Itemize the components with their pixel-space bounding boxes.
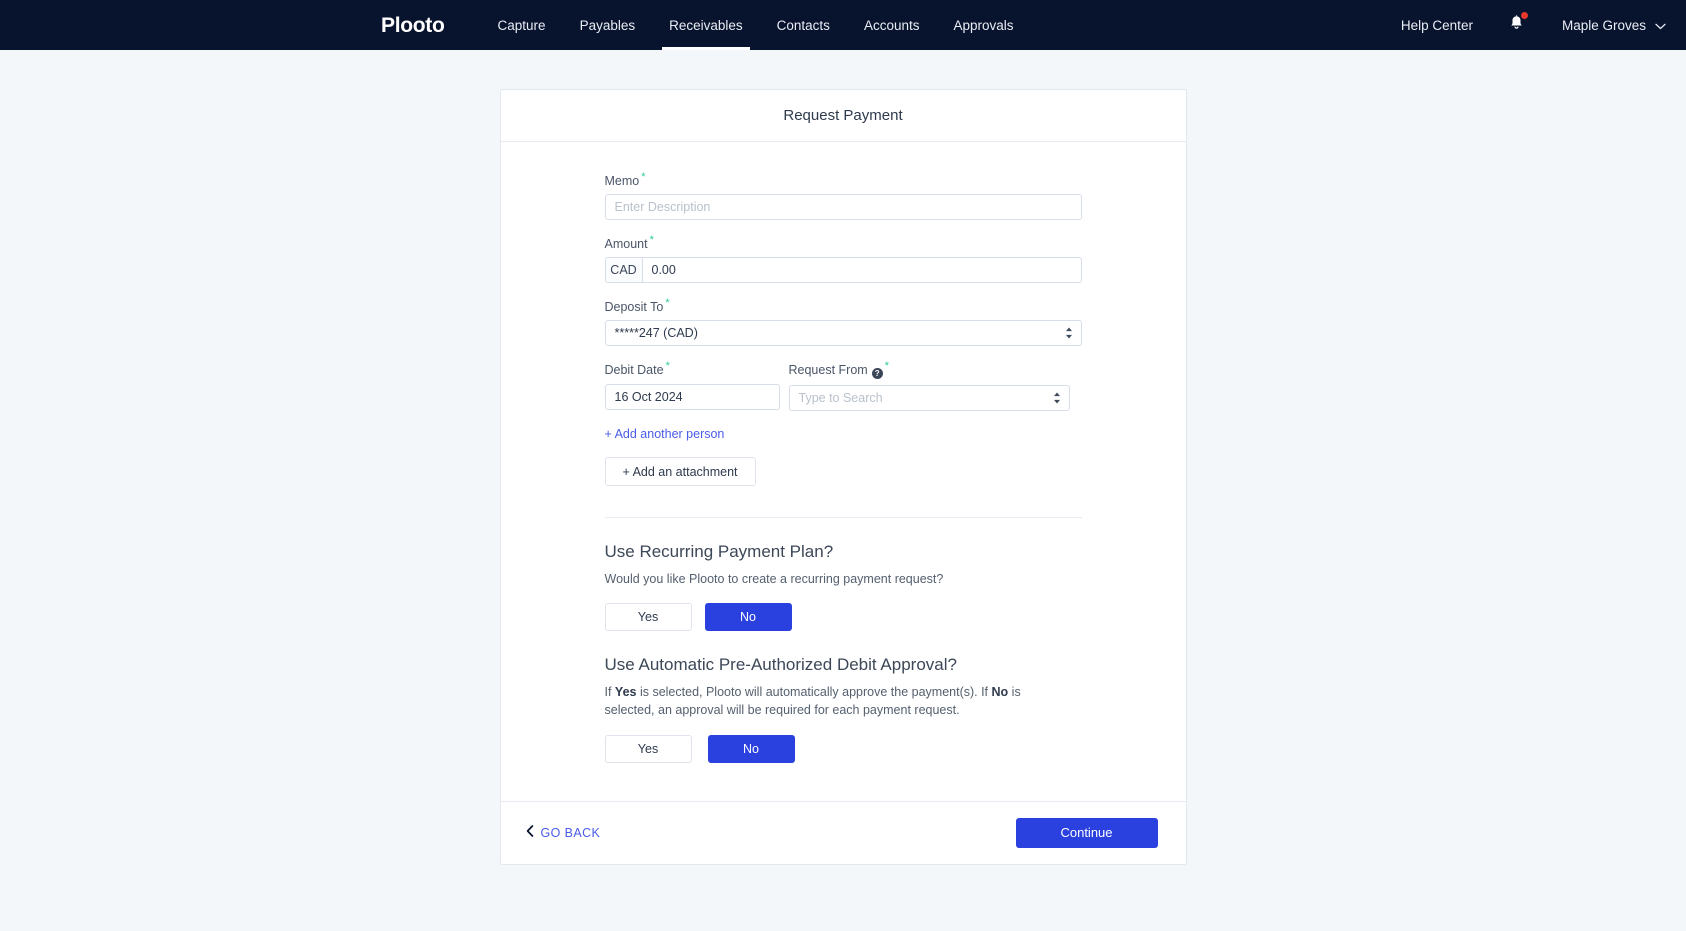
chevron-left-icon	[526, 825, 534, 840]
go-back-button[interactable]: GO BACK	[526, 825, 601, 840]
nav-item-receivables[interactable]: Receivables	[652, 0, 760, 50]
body-bottom-spacer	[605, 763, 1082, 801]
toggle-spacer	[692, 603, 705, 631]
request-from-label-text: Request From	[788, 363, 868, 378]
debit-date-label: Debit Date *	[605, 360, 780, 377]
navbar-right-group: Help Center Maple Groves	[1401, 0, 1686, 50]
recurring-section-title: Use Recurring Payment Plan?	[604, 542, 834, 562]
amount-field-group: Amount * CAD	[604, 234, 1082, 284]
memo-input[interactable]	[604, 194, 1082, 221]
request-from-placeholder: Type to Search	[798, 391, 883, 406]
plooto-logo[interactable]: Plooto	[381, 15, 445, 36]
required-asterisk: *	[649, 234, 654, 247]
deposit-to-select[interactable]: *****247 (CAD)	[604, 320, 1082, 347]
notification-dot-badge	[1520, 11, 1528, 19]
account-name-label: Maple Groves	[1561, 17, 1646, 33]
nav-item-contacts[interactable]: Contacts	[760, 0, 847, 50]
request-from-label: Request From ?*	[788, 360, 1070, 380]
amount-input-row: CAD	[604, 257, 1082, 284]
page-container: Request Payment Memo* Amount* CAD	[0, 50, 1686, 865]
notifications-button[interactable]	[1509, 11, 1528, 36]
recurring-section-description: Would you like Plooto to create a recurr…	[604, 572, 944, 587]
deposit-to-selected-value: *****247 (CAD)	[614, 326, 698, 341]
nav-item-approvals[interactable]: Approvals	[936, 0, 1030, 50]
page-title: Request Payment	[783, 107, 903, 124]
account-menu-button[interactable]: Maple Groves	[1562, 18, 1666, 33]
required-asterisk: *	[641, 171, 646, 183]
required-asterisk: *	[665, 360, 670, 373]
pad-approval-section: Use Automatic Pre-Authorized Debit Appro…	[604, 631, 1082, 763]
debit-date-input[interactable]	[604, 383, 780, 410]
deposit-to-field-group: Deposit To * *****247 (CAD)	[604, 297, 1082, 347]
go-back-label: GO BACK	[540, 825, 601, 840]
currency-prefix-label: CAD	[605, 258, 643, 283]
pad-desc-bold-yes: Yes	[614, 685, 637, 700]
request-from-field-group: Request From ?* Type to Search	[788, 360, 1070, 412]
toggle-spacer	[692, 735, 708, 763]
pad-desc-part1: If	[604, 685, 615, 700]
pad-no-button[interactable]: No	[707, 734, 795, 763]
continue-button[interactable]: Continue	[1015, 817, 1158, 848]
memo-field-group: Memo *	[604, 171, 1082, 221]
pad-desc-bold-no: No	[991, 685, 1009, 700]
debit-date-field-group: Debit Date *	[604, 360, 780, 411]
amount-label: Amount *	[605, 234, 1082, 251]
top-navbar: Plooto Capture Payables Receivables Cont…	[0, 0, 1686, 50]
pad-yes-button[interactable]: Yes	[604, 734, 692, 763]
nav-item-capture[interactable]: Capture	[481, 0, 563, 50]
recurring-toggle-group: Yes No	[604, 603, 1082, 632]
recurring-yes-button[interactable]: Yes	[604, 603, 692, 632]
date-and-requester-row: Debit Date* Request From?* Type to Searc…	[604, 360, 1082, 412]
card-header: Request Payment	[500, 90, 1186, 142]
navbar-left-group: Plooto Capture Payables Receivables Cont…	[381, 0, 1031, 50]
chevron-down-icon	[1655, 18, 1666, 33]
add-another-person-link[interactable]: + Add another person	[605, 427, 725, 441]
deposit-to-label-text: Deposit To	[604, 300, 664, 315]
help-center-link[interactable]: Help Center	[1401, 18, 1473, 33]
card-body: Memo* Amount* CAD Deposit To*	[501, 142, 1186, 801]
debit-date-label-text: Debit Date	[604, 363, 664, 378]
amount-input[interactable]	[642, 258, 1081, 283]
recurring-payment-section: Use Recurring Payment Plan? Would you li…	[604, 518, 1082, 632]
nav-item-payables[interactable]: Payables	[563, 0, 653, 50]
select-spinner-icon	[1065, 327, 1073, 340]
request-payment-card: Request Payment Memo* Amount* CAD	[499, 89, 1187, 865]
deposit-to-label: Deposit To *	[605, 297, 1082, 314]
card-footer: GO BACK Continue	[500, 800, 1186, 864]
required-asterisk: *	[884, 360, 889, 373]
memo-label-text: Memo	[604, 174, 640, 189]
nav-item-accounts[interactable]: Accounts	[847, 0, 937, 50]
add-attachment-button[interactable]: + Add an attachment	[604, 457, 756, 487]
pad-desc-part2: is selected, Plooto will automatically a…	[636, 685, 992, 700]
amount-label-text: Amount	[604, 237, 648, 252]
question-mark-icon[interactable]: ?	[871, 368, 883, 380]
required-asterisk: *	[665, 297, 670, 310]
select-spinner-icon	[1053, 392, 1061, 405]
pad-section-description: If Yes is selected, Plooto will automati…	[605, 683, 1035, 719]
memo-label: Memo *	[605, 171, 1082, 188]
pad-section-title: Use Automatic Pre-Authorized Debit Appro…	[604, 655, 957, 675]
pad-toggle-group: Yes No	[604, 734, 1082, 763]
recurring-no-button[interactable]: No	[704, 603, 792, 632]
request-from-select[interactable]: Type to Search	[788, 385, 1070, 412]
